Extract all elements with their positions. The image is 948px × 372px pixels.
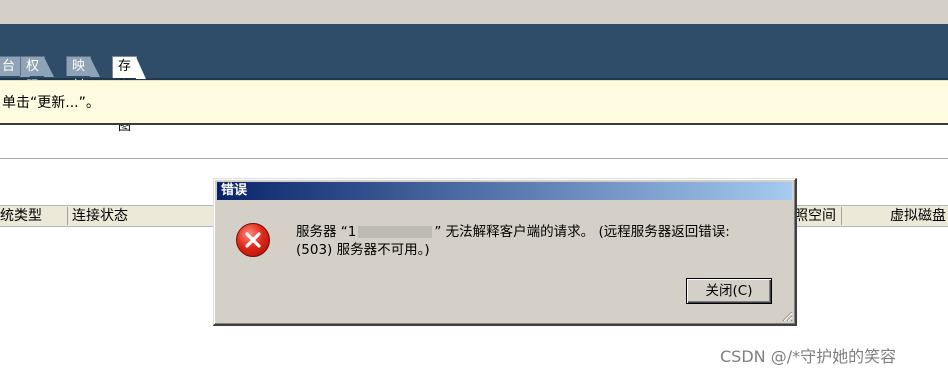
- tab-partial[interactable]: 台: [0, 56, 31, 77]
- info-bar: 单击“更新...”。: [0, 80, 948, 125]
- divider: [0, 158, 948, 159]
- resize-grip-icon[interactable]: [779, 308, 793, 322]
- message-part1: 服务器 “1: [296, 224, 357, 240]
- column-header-connection-status[interactable]: 连接状态: [68, 207, 214, 225]
- watermark: CSDN @/*守护她的笑容: [720, 347, 897, 366]
- info-bar-text: 单击“更新...”。: [2, 95, 100, 111]
- tab-permissions[interactable]: 权限: [20, 56, 55, 94]
- dialog-titlebar[interactable]: 错误: [217, 182, 792, 200]
- close-button[interactable]: 关闭(C): [686, 278, 772, 304]
- top-toolbar-strip: [0, 0, 948, 25]
- tab-mapping[interactable]: 映射: [66, 56, 101, 94]
- column-header-virtual-disk[interactable]: 虚拟磁盘: [842, 207, 948, 225]
- error-dialog: 错误 服务器 “1 ” 无法解释客户端的请求。 (远程服务器返回错误: (503)…: [213, 178, 797, 326]
- message-line2: (503) 服务器不可用。): [296, 242, 430, 258]
- column-header-type[interactable]: 统类型: [0, 207, 68, 225]
- error-icon: [236, 223, 270, 257]
- tab-label: 台: [2, 59, 16, 74]
- dialog-title: 错误: [221, 183, 248, 198]
- redacted-server-name: [358, 226, 433, 238]
- tab-storage-view[interactable]: 存储视图: [112, 56, 147, 134]
- error-message: 服务器 “1 ” 无法解释客户端的请求。 (远程服务器返回错误: (503) 服务…: [296, 223, 776, 259]
- message-part2: ” 无法解释客户端的请求。 (远程服务器返回错误:: [434, 224, 730, 240]
- column-header-space[interactable]: 照空间: [790, 207, 842, 225]
